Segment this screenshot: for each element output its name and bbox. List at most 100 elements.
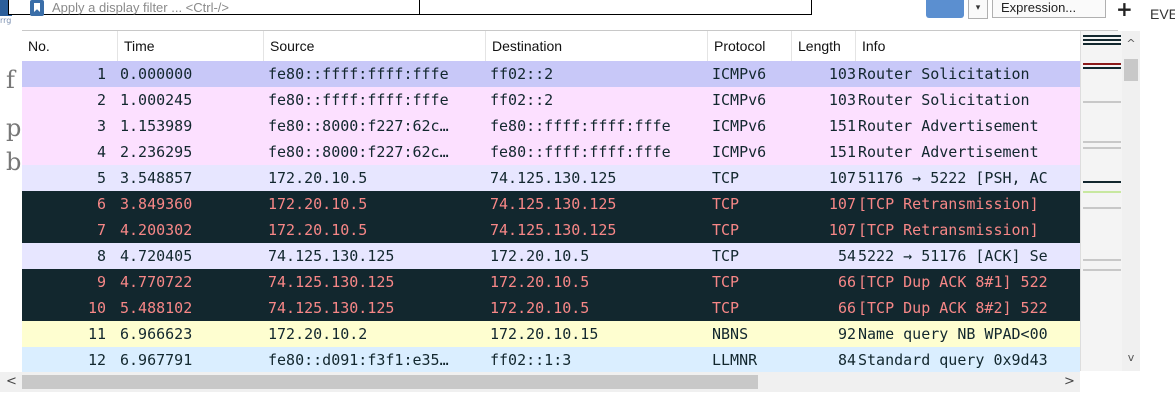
packet-number: 7 bbox=[96, 221, 106, 239]
scroll-up-arrow[interactable]: ^ bbox=[1122, 35, 1140, 53]
packet-time: 0.000000 bbox=[120, 65, 193, 83]
packet-length: 92 bbox=[837, 325, 856, 343]
packet-protocol: LLMNR bbox=[712, 351, 758, 369]
packet-protocol: TCP bbox=[712, 169, 740, 187]
column-header-info[interactable]: Info bbox=[856, 31, 1080, 61]
packet-info: Router Advertisement bbox=[858, 117, 1039, 135]
column-header-no[interactable]: No. bbox=[22, 31, 118, 61]
packet-source: 172.20.10.2 bbox=[268, 325, 368, 343]
add-filter-button[interactable]: + bbox=[1116, 0, 1133, 21]
packet-row[interactable]: 5 3.548857 172.20.10.5 74.125.130.125 TCP 107… bbox=[22, 165, 1080, 191]
minimap-mark bbox=[1083, 191, 1121, 193]
packet-info: 5222 → 51176 [ACK] Se bbox=[858, 247, 1048, 265]
packet-destination: 74.125.130.125 bbox=[490, 195, 617, 213]
packet-protocol: TCP bbox=[712, 273, 740, 291]
packet-row[interactable]: 2 1.000245 fe80::ffff:ffff:fffe ff02::2 ICMP… bbox=[22, 87, 1080, 113]
minimap-mark bbox=[1083, 43, 1121, 45]
column-header-time[interactable]: Time bbox=[118, 31, 264, 61]
packet-info: Router Solicitation bbox=[858, 91, 1030, 109]
packet-minimap[interactable] bbox=[1080, 31, 1123, 371]
packet-info: [TCP Dup ACK 8#2] 522 bbox=[858, 299, 1048, 317]
column-header-length[interactable]: Length bbox=[792, 31, 856, 61]
packet-row[interactable]: 10 5.488102 74.125.130.125 172.20.10.5 TCP 66… bbox=[22, 295, 1080, 321]
packet-time: 1.153989 bbox=[120, 117, 193, 135]
packet-length: 66 bbox=[837, 299, 856, 317]
minimap-mark bbox=[1083, 207, 1121, 209]
minimap-mark bbox=[1083, 259, 1121, 261]
filter-placeholder-text: Apply a display filter ... <Ctrl-/> bbox=[52, 0, 230, 15]
packet-length: 66 bbox=[837, 273, 856, 291]
packet-protocol: TCP bbox=[712, 221, 740, 239]
bookmark-icon[interactable] bbox=[30, 0, 44, 16]
packet-row[interactable]: 4 2.236295 fe80::8000:f227:62c… fe80::ffff:… bbox=[22, 139, 1080, 165]
horizontal-scroll-thumb[interactable] bbox=[22, 375, 758, 389]
minimap-mark bbox=[1083, 67, 1121, 69]
minimap-mark bbox=[1083, 141, 1121, 143]
packet-row[interactable]: 11 6.966623 172.20.10.2 172.20.10.15 NBNS 92 N… bbox=[22, 321, 1080, 347]
packet-destination: 172.20.10.5 bbox=[490, 273, 590, 291]
column-header-protocol[interactable]: Protocol bbox=[708, 31, 792, 61]
packet-row[interactable]: 9 4.770722 74.125.130.125 172.20.10.5 TCP 66[… bbox=[22, 269, 1080, 295]
minimap-mark bbox=[1083, 147, 1121, 149]
clipped-label: EVE bbox=[1150, 6, 1175, 22]
packet-info: Router Advertisement bbox=[858, 143, 1039, 161]
packet-protocol: ICMPv6 bbox=[712, 65, 767, 83]
horizontal-scrollbar[interactable]: < > bbox=[0, 372, 1080, 392]
packet-row[interactable]: 7 4.200302 172.20.10.5 74.125.130.125 TCP 107… bbox=[22, 217, 1080, 243]
packet-number: 5 bbox=[96, 169, 106, 187]
packet-length: 84 bbox=[837, 351, 856, 369]
packet-protocol: ICMPv6 bbox=[712, 117, 767, 135]
minimap-mark bbox=[1083, 35, 1121, 37]
column-header-destination[interactable]: Destination bbox=[486, 31, 708, 61]
packet-row[interactable]: 8 4.720405 74.125.130.125 172.20.10.5 TCP 54 5… bbox=[22, 243, 1080, 269]
gutter-letter: p bbox=[6, 114, 22, 142]
packet-time: 2.236295 bbox=[120, 143, 193, 161]
packet-time: 5.488102 bbox=[120, 299, 193, 317]
gutter-letter: f bbox=[6, 66, 15, 94]
packet-protocol: TCP bbox=[712, 195, 740, 213]
packet-source: fe80::d091:f3f1:e35… bbox=[268, 351, 449, 369]
scroll-right-arrow[interactable]: > bbox=[1064, 372, 1075, 392]
packet-number: 9 bbox=[96, 273, 106, 291]
packet-protocol: ICMPv6 bbox=[712, 91, 767, 109]
filter-history-dropdown[interactable]: ▾ bbox=[968, 0, 988, 19]
packet-source: 74.125.130.125 bbox=[268, 299, 395, 317]
packet-length: 103 bbox=[828, 91, 856, 109]
packet-info: [TCP Retransmission] bbox=[858, 195, 1039, 213]
packet-length: 107 bbox=[828, 169, 856, 187]
packet-time: 6.967791 bbox=[120, 351, 193, 369]
minimap-mark bbox=[1083, 39, 1121, 41]
packet-list: No. Time Source Destination Protocol Len… bbox=[22, 30, 1140, 373]
packet-destination: ff02::2 bbox=[490, 65, 554, 83]
packet-number: 6 bbox=[96, 195, 106, 213]
packet-source: 74.125.130.125 bbox=[268, 273, 395, 291]
packet-destination: ff02::1:3 bbox=[490, 351, 572, 369]
column-header-source[interactable]: Source bbox=[264, 31, 486, 61]
packet-number: 12 bbox=[87, 351, 106, 369]
packet-destination: fe80::ffff:ffff:fffe bbox=[490, 117, 671, 135]
scroll-down-arrow[interactable]: v bbox=[1122, 349, 1140, 367]
packet-destination: 74.125.130.125 bbox=[490, 169, 617, 187]
packet-number: 8 bbox=[96, 247, 106, 265]
packet-time: 3.849360 bbox=[120, 195, 193, 213]
packet-time: 1.000245 bbox=[120, 91, 193, 109]
packet-time: 3.548857 bbox=[120, 169, 193, 187]
packet-row[interactable]: 1 0.000000 fe80::ffff:ffff:fffe ff02::2 ICMP… bbox=[22, 61, 1080, 87]
packet-number: 4 bbox=[96, 143, 106, 161]
packet-row[interactable]: 12 6.967791 fe80::d091:f3f1:e35… ff02::1:3 L… bbox=[22, 347, 1080, 373]
packet-row[interactable]: 3 1.153989 fe80::8000:f227:62c… fe80::ffff:… bbox=[22, 113, 1080, 139]
apply-filter-button[interactable] bbox=[926, 0, 964, 18]
packet-length: 151 bbox=[828, 117, 856, 135]
expression-button[interactable]: Expression... bbox=[992, 0, 1106, 18]
packet-length: 107 bbox=[828, 195, 856, 213]
vertical-scroll-thumb[interactable] bbox=[1124, 59, 1138, 81]
vertical-scrollbar[interactable]: ^ v bbox=[1122, 31, 1140, 371]
packet-list-header: No. Time Source Destination Protocol Len… bbox=[22, 31, 1080, 62]
packet-length: 103 bbox=[828, 65, 856, 83]
scroll-left-arrow[interactable]: < bbox=[6, 372, 17, 392]
display-filter-input[interactable]: Apply a display filter ... <Ctrl-/> bbox=[0, 0, 900, 18]
packet-info: Router Solicitation bbox=[858, 65, 1030, 83]
packet-row[interactable]: 6 3.849360 172.20.10.5 74.125.130.125 TCP 107… bbox=[22, 191, 1080, 217]
packet-time: 4.200302 bbox=[120, 221, 193, 239]
packet-source: 172.20.10.5 bbox=[268, 221, 368, 239]
